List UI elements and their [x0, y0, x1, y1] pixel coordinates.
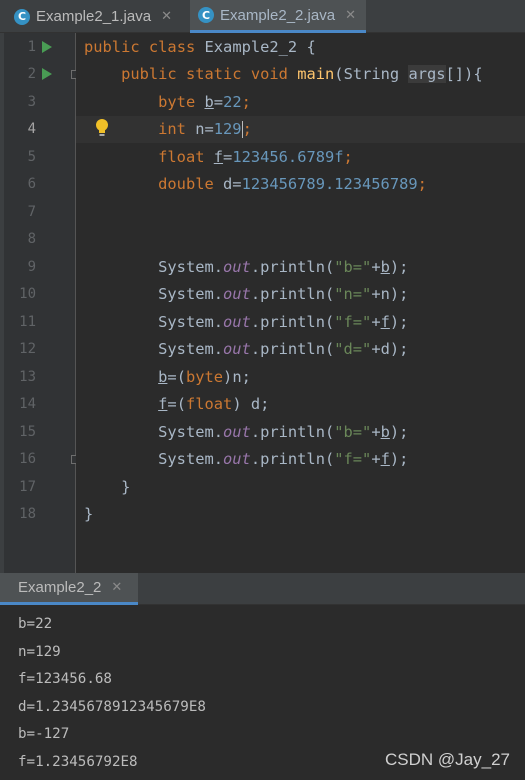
- console-line: f=1.23456792E8: [18, 753, 138, 770]
- code-line-13: f=(float) d;: [158, 395, 270, 413]
- code-line-8: System.out.println("b="+b);: [158, 258, 409, 276]
- line-number: 3: [27, 94, 36, 110]
- java-class-icon: C: [198, 7, 214, 23]
- code-line-10: System.out.println("f="+f);: [158, 313, 409, 331]
- java-class-icon: C: [14, 8, 30, 25]
- console-line: n=129: [18, 643, 61, 660]
- watermark: CSDN @Jay_27: [385, 750, 510, 769]
- line-number: 11: [19, 314, 36, 330]
- console-line: d=1.2345678912345679E8: [18, 698, 206, 715]
- tab-label: Example2_1.java: [36, 8, 152, 25]
- code-line-17: }: [84, 505, 94, 523]
- line-number: 13: [19, 369, 36, 385]
- code-line-6: double d=123456789.123456789;: [158, 175, 427, 193]
- code-line-11: System.out.println("d="+d);: [158, 340, 409, 358]
- editor-tab-bar: C Example2_1.java ✕ C Example2_2.java ✕: [0, 0, 525, 33]
- close-icon[interactable]: ✕: [161, 9, 172, 24]
- code-line-2: public static void main(String args[]){: [121, 65, 483, 83]
- tab-example2-2[interactable]: C Example2_2.java ✕: [190, 0, 366, 33]
- editor-gutter: 1 2 3 4 5 6 7 8 9 10 11 12 13 14 15 16 1…: [4, 33, 80, 573]
- line-number: 15: [19, 424, 36, 440]
- line-number: 14: [19, 396, 36, 412]
- tab-example2-1[interactable]: C Example2_1.java ✕: [14, 0, 186, 33]
- code-line-5: float f=123456.6789f;: [158, 148, 353, 166]
- run-tab-label: Example2_2: [18, 579, 102, 596]
- line-number: 12: [19, 341, 36, 357]
- line-number: 2: [27, 66, 36, 82]
- run-panel: Example2_2 ✕ b=22 n=129 f=123456.68 d=1.…: [0, 573, 525, 780]
- line-number: 18: [19, 506, 36, 522]
- run-tab-example2-2[interactable]: Example2_2 ✕: [0, 573, 138, 605]
- line-number: 10: [19, 286, 36, 302]
- code-line-16: }: [121, 478, 131, 496]
- line-number: 8: [27, 231, 36, 247]
- line-number: 9: [27, 259, 36, 275]
- code-line-9: System.out.println("n="+n);: [158, 285, 409, 303]
- run-tab-bar: Example2_2 ✕: [0, 573, 525, 605]
- console-line: b=22: [18, 616, 53, 632]
- line-number: 5: [27, 149, 36, 165]
- close-icon[interactable]: ✕: [345, 8, 356, 23]
- line-number: 6: [27, 176, 36, 192]
- code-line-4-current: int n=129;: [76, 116, 525, 143]
- tab-label: Example2_2.java: [220, 6, 336, 24]
- line-number: 4: [27, 121, 36, 137]
- line-number: 1: [27, 39, 36, 55]
- code-line-15: System.out.println("f="+f);: [158, 450, 409, 468]
- console-output: b=22 n=129 f=123456.68 d=1.2345678912345…: [18, 611, 206, 776]
- close-icon[interactable]: ✕: [111, 580, 122, 595]
- code-line-1: public class Example2_2 {: [84, 38, 316, 56]
- run-icon[interactable]: [42, 41, 52, 53]
- console-line: b=-127: [18, 726, 70, 742]
- code-line-12: b=(byte)n;: [158, 368, 251, 386]
- code-line-14: System.out.println("b="+b);: [158, 423, 409, 441]
- line-number: 17: [19, 479, 36, 495]
- line-number: 16: [19, 451, 36, 467]
- code-editor[interactable]: public class Example2_2 { public static …: [76, 33, 525, 573]
- run-icon[interactable]: [42, 68, 52, 80]
- code-line-3: byte b=22;: [158, 93, 251, 111]
- line-number: 7: [27, 204, 36, 220]
- console-line: f=123456.68: [18, 671, 112, 687]
